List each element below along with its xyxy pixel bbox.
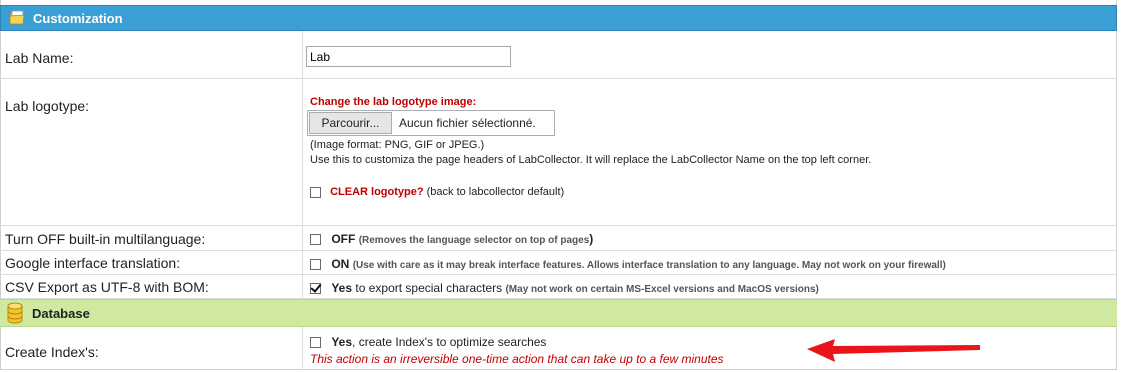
logotype-file-input[interactable]: Parcourir... Aucun fichier sélectionné. <box>307 110 555 136</box>
csv-export-checkbox[interactable] <box>310 283 321 295</box>
create-index-option: Yes, create Index's to optimize searches <box>310 335 546 349</box>
google-translation-option-label: ON <box>331 257 350 271</box>
clear-logotype-checkbox[interactable] <box>310 186 321 198</box>
multilanguage-option-label: OFF <box>331 232 356 246</box>
lab-name-row: Lab Name: <box>0 31 1117 79</box>
database-icon <box>7 302 23 324</box>
lab-name-input[interactable] <box>306 46 511 67</box>
change-logotype-title: Change the lab logotype image: <box>310 96 477 108</box>
csv-export-note: (May not work on certain MS-Excel versio… <box>505 284 819 295</box>
annotation-arrow-icon <box>807 339 980 362</box>
lab-logotype-row: Lab logotype: <box>0 79 1117 226</box>
logotype-usage-note: Use this to customiza the page headers o… <box>310 154 872 166</box>
clear-logotype-note: (back to labcollector default) <box>423 186 565 198</box>
customization-header: Customization <box>0 5 1117 31</box>
google-translation-label: Google interface translation: <box>5 255 181 271</box>
csv-export-option: Yes to export special characters (May no… <box>310 281 819 295</box>
csv-export-option-label: Yes <box>331 281 353 295</box>
google-translation-note: (Use with care as it may break interface… <box>352 260 946 271</box>
clear-logotype-label: CLEAR logotype? <box>330 186 424 198</box>
create-index-warning: This action is an irreversible one-time … <box>310 352 724 366</box>
create-index-option-label: Yes <box>331 335 353 349</box>
database-title: Database <box>32 305 90 321</box>
lab-name-label: Lab Name: <box>5 50 74 66</box>
multilanguage-note-close: ) <box>589 232 594 246</box>
customization-title: Customization <box>33 10 123 26</box>
csv-export-option-rest: to export special characters <box>352 281 503 295</box>
multilanguage-note: (Removes the language selector on top of… <box>358 235 590 246</box>
lab-logotype-label: Lab logotype: <box>5 98 90 114</box>
multilanguage-option: OFF (Removes the language selector on to… <box>310 232 593 246</box>
folder-icon <box>9 10 25 25</box>
multilanguage-label: Turn OFF built-in multilanguage: <box>5 231 206 247</box>
create-index-label: Create Index's: <box>5 344 99 360</box>
browse-button[interactable]: Parcourir... <box>309 112 392 134</box>
clear-logotype-option: CLEAR logotype? (back to labcollector de… <box>310 186 564 198</box>
google-translation-checkbox[interactable] <box>310 259 321 271</box>
create-index-option-rest: , create Index's to optimize searches <box>352 335 547 349</box>
no-file-text: Aucun fichier sélectionné. <box>399 116 536 130</box>
csv-export-label: CSV Export as UTF-8 with BOM: <box>5 279 209 295</box>
google-translation-option: ON (Use with care as it may break interf… <box>310 257 946 271</box>
image-format-note: (Image format: PNG, GIF or JPEG.) <box>310 139 485 151</box>
multilanguage-checkbox[interactable] <box>310 234 321 246</box>
create-index-checkbox[interactable] <box>310 337 321 349</box>
database-header: Database <box>0 299 1117 327</box>
